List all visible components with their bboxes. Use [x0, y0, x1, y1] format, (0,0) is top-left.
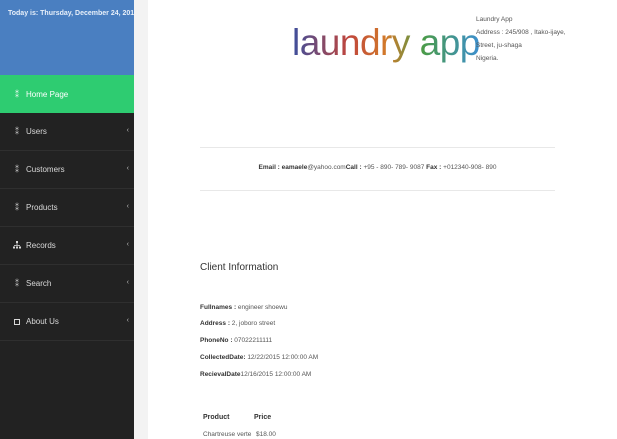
chevron-left-icon: ‹	[126, 241, 129, 248]
chevron-left-icon: ‹	[126, 279, 129, 286]
call-label: Call :	[345, 164, 362, 171]
table-header-product: Product	[203, 414, 230, 421]
info-value: 2, joboro street	[229, 320, 276, 327]
tree-icon: ⁑	[15, 127, 19, 136]
sidebar-item-label: About Us	[26, 317, 59, 326]
content-gutter	[134, 0, 148, 439]
info-label: PhoneNo :	[200, 337, 233, 344]
tree-icon: ⁑	[15, 89, 19, 99]
address-line: Address : 245/908 , Itako-ijaye,	[476, 29, 566, 36]
sitemap-icon	[12, 240, 22, 251]
info-address: Address : 2, joboro street	[200, 320, 275, 327]
sidebar-item-label: Users	[26, 127, 47, 136]
sidebar-item-label: Search	[26, 279, 52, 288]
info-value: 07022211111	[232, 337, 273, 344]
tree-icon: ⁑	[15, 279, 19, 288]
client-info-title: Client Information	[200, 262, 279, 273]
tree-icon: ⁑	[15, 203, 19, 212]
tree-icon: ⁑	[15, 165, 19, 174]
chevron-left-icon: ‹	[126, 127, 129, 134]
app-logo: laundry app	[292, 22, 480, 63]
info-value: engineer shoewu	[236, 304, 288, 311]
chevron-left-icon: ‹	[126, 165, 129, 172]
divider	[200, 147, 555, 148]
sidebar-header: Today is: Thursday, December 24, 2015	[0, 0, 139, 75]
fax-value: +012340-908- 890	[443, 164, 497, 171]
square-icon	[14, 318, 20, 325]
email-label: Email :	[258, 164, 280, 171]
sidebar-item-records[interactable]: Records ‹	[0, 227, 134, 265]
table-cell-price: $18.00	[256, 431, 276, 438]
chevron-left-icon: ‹	[126, 317, 129, 324]
info-label: RecievalDate	[200, 371, 241, 378]
table-header-price: Price	[254, 414, 272, 421]
info-value: 12/22/2015 12:00:00 AM	[245, 354, 319, 361]
address-line: Street, ju-shaga	[476, 42, 522, 49]
sidebar-item-customers[interactable]: ⁑ Customers ‹	[0, 151, 134, 189]
info-label: Address :	[200, 320, 230, 327]
divider	[200, 190, 555, 191]
sidebar: Today is: Thursday, December 24, 2015 ⁑ …	[0, 0, 139, 439]
info-phone: PhoneNo : 07022211111	[200, 337, 272, 344]
table-cell-product: Chartreuse verte	[203, 431, 252, 438]
sidebar-item-label: Records	[26, 241, 56, 250]
chevron-left-icon: ‹	[126, 203, 129, 210]
date-label: Today is: Thursday, December 24, 2015	[8, 10, 139, 17]
fax-label: Fax :	[426, 164, 442, 171]
info-label: Fullnames :	[200, 304, 237, 311]
info-value: 12/16/2015 12:00:00 AM	[240, 371, 312, 378]
info-collected-date: CollectedDate: 12/22/2015 12:00:00 AM	[200, 354, 318, 361]
sidebar-item-about[interactable]: About Us ‹	[0, 303, 134, 341]
address-line: Laundry App	[476, 16, 513, 23]
sidebar-item-search[interactable]: ⁑ Search ‹	[0, 265, 134, 303]
company-address: Laundry App Address : 245/908 , Itako-ij…	[476, 13, 616, 65]
address-line: Nigeria.	[476, 55, 499, 62]
sidebar-item-home[interactable]: ⁑ Home Page	[0, 75, 134, 113]
call-value: +95 - 890- 789- 9087	[363, 164, 425, 171]
contact-line: Email : eamaele@yahoo.comCall : +95 - 89…	[200, 164, 555, 171]
info-fullnames: Fullnames : engineer shoewu	[200, 304, 287, 311]
email-user: eamaele	[281, 164, 308, 171]
sidebar-item-users[interactable]: ⁑ Users ‹	[0, 113, 134, 151]
email-domain: @yahoo.com	[307, 164, 346, 171]
info-recieval-date: RecievalDate12/16/2015 12:00:00 AM	[200, 371, 311, 378]
sidebar-item-products[interactable]: ⁑ Products ‹	[0, 189, 134, 227]
sidebar-item-label: Products	[26, 203, 58, 212]
sidebar-item-label: Customers	[26, 165, 65, 174]
sidebar-item-label: Home Page	[26, 89, 69, 99]
info-label: CollectedDate:	[200, 354, 246, 361]
